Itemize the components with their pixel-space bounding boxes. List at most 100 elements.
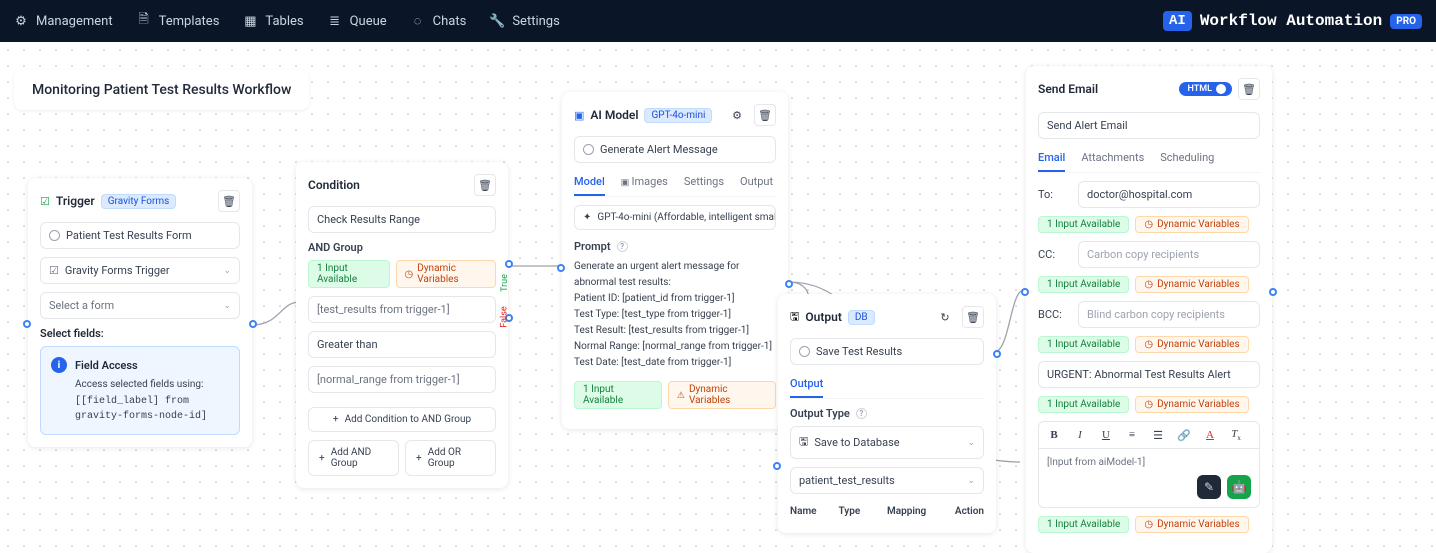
info-icon: i	[51, 357, 67, 373]
workflow-canvas[interactable]: Monitoring Patient Test Results Workflow…	[0, 42, 1436, 550]
tab-settings[interactable]: Settings	[684, 171, 724, 196]
editor-body[interactable]: [Input from aiModel-1] ✎ 🤖	[1038, 448, 1260, 508]
nav-tables[interactable]: ▦Tables	[243, 14, 303, 29]
delete-button[interactable]: 🗑	[962, 306, 984, 328]
bold-icon[interactable]: B	[1047, 429, 1061, 441]
prompt-textarea[interactable]: Generate an urgent alert message for abn…	[574, 259, 776, 371]
settings-button[interactable]: ⚙	[726, 104, 748, 126]
dynamic-vars-pill[interactable]: Dynamic Variables	[668, 381, 776, 409]
trigger-node[interactable]: ☑ Trigger Gravity Forms 🗑 Patient Test R…	[28, 178, 252, 447]
add-condition-button[interactable]: +Add Condition to AND Group	[308, 407, 496, 432]
email-node[interactable]: Send Email HTML 🗑 Send Alert Email Email…	[1026, 66, 1272, 553]
gear-icon: ⚙	[14, 14, 28, 28]
delete-button[interactable]: 🗑	[1238, 78, 1260, 100]
table-select[interactable]: patient_test_results ⌄	[790, 467, 984, 494]
node-title: Condition	[308, 178, 360, 192]
clear-icon[interactable]: Tx	[1229, 428, 1243, 442]
nav-templates[interactable]: 🗎Templates	[137, 14, 220, 29]
model-select[interactable]: GPT-4o-mini (Affordable, intelligent sma…	[574, 205, 776, 230]
link-icon[interactable]: 🔗	[1177, 429, 1191, 442]
bcc-row: BCC: Blind carbon copy recipients	[1038, 301, 1260, 328]
node-title: Output	[805, 310, 841, 324]
port-in[interactable]	[557, 264, 565, 272]
port-out[interactable]	[249, 320, 257, 328]
tab-output[interactable]: Output	[790, 373, 823, 398]
port-true[interactable]	[505, 260, 513, 268]
condition-field-2[interactable]: [normal_range from trigger-1]	[308, 366, 496, 393]
bcc-input[interactable]: Blind carbon copy recipients	[1078, 301, 1260, 328]
port-out[interactable]	[785, 280, 793, 288]
info-title-text: Field Access	[75, 359, 138, 372]
input-available-pill[interactable]: 1 Input Available	[308, 260, 390, 288]
input-value: Send Alert Email	[1047, 119, 1128, 132]
output-name-input[interactable]: Save Test Results	[790, 338, 984, 365]
port-out[interactable]	[993, 350, 1001, 358]
history-button[interactable]: ↻	[934, 306, 956, 328]
trigger-name-input[interactable]: Patient Test Results Form	[40, 222, 240, 249]
add-and-button[interactable]: +Add AND Group	[308, 440, 399, 476]
output-type-select[interactable]: 🖫Save to Database ⌄	[790, 426, 984, 459]
dynamic-vars-pill[interactable]: Dynamic Variables	[396, 260, 496, 288]
condition-operator[interactable]: Greater than	[308, 331, 496, 358]
delete-button[interactable]: 🗑	[474, 174, 496, 196]
html-toggle[interactable]: HTML	[1179, 82, 1232, 96]
top-navbar: ⚙Management 🗎Templates ▦Tables ≣Queue ◌C…	[0, 0, 1436, 42]
dynamic-vars-pill[interactable]: Dynamic Variables	[1135, 516, 1248, 533]
ai-assist-button[interactable]: 🤖	[1227, 475, 1251, 499]
port-in[interactable]	[1021, 288, 1029, 296]
condition-name-input[interactable]: Check Results Range	[308, 206, 496, 233]
save-icon: 🖫	[790, 308, 799, 327]
ai-model-node[interactable]: ▣ AI Model GPT-4o-mini ⚙ 🗑 Generate Aler…	[562, 92, 788, 429]
port-out[interactable]	[1269, 288, 1277, 296]
tab-images[interactable]: ▣ Images	[621, 171, 668, 196]
nav-management[interactable]: ⚙Management	[14, 14, 113, 29]
model-value: GPT-4o-mini (Affordable, intelligent sma…	[597, 212, 776, 223]
input-available-pill[interactable]: 1 Input Available	[574, 381, 662, 409]
wrench-icon: 🔧	[490, 14, 504, 28]
subject-input[interactable]: URGENT: Abnormal Test Results Alert	[1038, 361, 1260, 388]
nav-queue[interactable]: ≣Queue	[328, 14, 387, 29]
box-icon: ▣	[574, 109, 584, 122]
ul-icon[interactable]: ☰	[1151, 429, 1165, 442]
add-or-button[interactable]: +Add OR Group	[405, 440, 496, 476]
output-node[interactable]: 🖫 Output DB ↻ 🗑 Save Test Results Output…	[778, 294, 996, 533]
nav-settings[interactable]: 🔧Settings	[490, 14, 559, 29]
ai-name-input[interactable]: Generate Alert Message	[574, 136, 776, 163]
cc-input[interactable]: Carbon copy recipients	[1078, 241, 1260, 268]
sparkle-icon	[583, 212, 591, 223]
condition-node[interactable]: True False Condition 🗑 Check Results Ran…	[296, 162, 508, 488]
brand-ai-badge: AI	[1163, 11, 1192, 31]
tab-scheduling[interactable]: Scheduling	[1160, 147, 1214, 172]
tab-attachments[interactable]: Attachments	[1081, 147, 1144, 172]
dynamic-vars-pill[interactable]: Dynamic Variables	[1135, 336, 1248, 353]
edit-icon: ☑	[49, 264, 59, 277]
port-in[interactable]	[23, 320, 31, 328]
ol-icon[interactable]: ≡	[1125, 429, 1139, 441]
tab-model[interactable]: Model	[574, 171, 605, 196]
nav-chats[interactable]: ◌Chats	[411, 14, 467, 29]
delete-button[interactable]: 🗑	[754, 104, 776, 126]
input-available-pill[interactable]: 1 Input Available	[1038, 516, 1129, 533]
tab-email[interactable]: Email	[1038, 147, 1065, 172]
input-available-pill[interactable]: 1 Input Available	[1038, 336, 1129, 353]
color-icon[interactable]: A	[1203, 429, 1217, 441]
dynamic-vars-pill[interactable]: Dynamic Variables	[1135, 396, 1248, 413]
underline-icon[interactable]: U	[1099, 429, 1113, 441]
to-input[interactable]: doctor@hospital.com	[1078, 181, 1260, 208]
email-name-input[interactable]: Send Alert Email	[1038, 112, 1260, 139]
italic-icon[interactable]: I	[1073, 429, 1087, 441]
input-available-pill[interactable]: 1 Input Available	[1038, 276, 1129, 293]
condition-field-1[interactable]: [test_results from trigger-1]	[308, 296, 496, 323]
delete-button[interactable]: 🗑	[218, 190, 240, 212]
tab-output[interactable]: Output	[740, 171, 773, 196]
input-available-pill[interactable]: 1 Input Available	[1038, 216, 1129, 233]
input-available-pill[interactable]: 1 Input Available	[1038, 396, 1129, 413]
trigger-type-select[interactable]: ☑Gravity Forms Trigger ⌄	[40, 257, 240, 284]
dynamic-vars-pill[interactable]: Dynamic Variables	[1135, 276, 1248, 293]
insert-button[interactable]: ✎	[1197, 475, 1221, 499]
form-select[interactable]: Select a form ⌄	[40, 292, 240, 319]
port-in[interactable]	[773, 462, 781, 470]
dynamic-vars-pill[interactable]: Dynamic Variables	[1135, 216, 1248, 233]
pill-row: 1 Input Available Dynamic Variables	[308, 260, 496, 288]
input-value: Check Results Range	[317, 213, 420, 226]
